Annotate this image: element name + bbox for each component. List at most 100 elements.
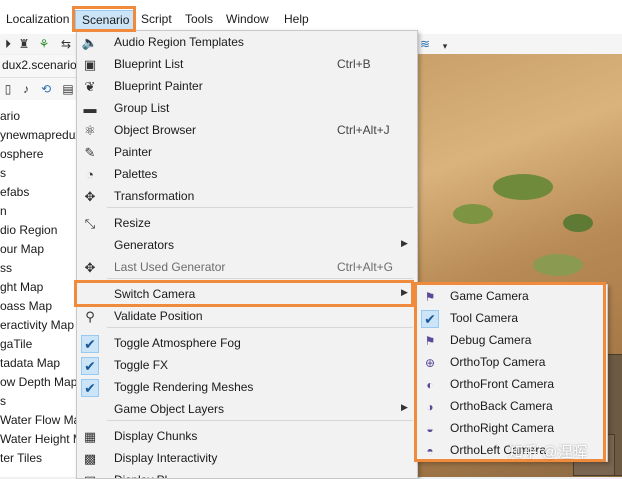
generator-icon: ✥: [84, 260, 96, 275]
menu-item-object-browser[interactable]: ⚛ Object Browser Ctrl+Alt+J: [77, 120, 417, 142]
orthoback-icon: ◑: [426, 400, 434, 414]
menu-item-audio-region-templates[interactable]: 🔈 Audio Region Templates: [77, 32, 417, 54]
refresh-icon[interactable]: ⟲: [38, 81, 54, 97]
tree-item[interactable]: our Map: [0, 240, 44, 259]
tree-item[interactable]: tadata Map: [0, 354, 60, 373]
vegetation: [493, 174, 553, 200]
menu-item-palettes[interactable]: ◔ Palettes: [77, 164, 417, 186]
object-browser-icon: ⚛: [84, 123, 96, 138]
submenu-item-orthoback-camera[interactable]: ◑ OrthoBack Camera: [417, 396, 605, 418]
submenu-item-label: Game Camera: [450, 289, 529, 303]
menu-item-label: Blueprint Painter: [114, 79, 203, 93]
tree-item[interactable]: ario: [0, 107, 20, 126]
submenu-item-tool-camera[interactable]: ✔ Tool Camera: [417, 308, 605, 330]
menu-item-group-list[interactable]: ▬ Group List: [77, 98, 417, 120]
menu-item-blueprint-painter[interactable]: ❦ Blueprint Painter: [77, 76, 417, 98]
tree-item[interactable]: ter Tiles: [0, 449, 42, 468]
menu-item-label: Painter: [114, 145, 153, 159]
menu-item-painter[interactable]: ✎ Painter: [77, 142, 417, 164]
list-icon[interactable]: ▤: [60, 81, 76, 97]
tree-item[interactable]: efabs: [0, 183, 29, 202]
menu-item-last-used-generator: ✥ Last Used Generator Ctrl+Alt+G: [77, 257, 417, 279]
menu-item-label: Object Browser: [114, 123, 197, 137]
tree-item[interactable]: ght Map: [0, 278, 43, 297]
vegetation: [533, 254, 583, 276]
orthotop-icon: ⊕: [424, 356, 436, 370]
tree-item[interactable]: ss: [0, 259, 12, 278]
menu-item-switch-camera[interactable]: Switch Camera ▶: [77, 284, 417, 306]
menu-item-label: Game Object Layers: [114, 402, 225, 416]
collapse-icon[interactable]: ▯: [0, 81, 16, 97]
blueprint-icon: ▣: [83, 57, 97, 72]
tree-item[interactable]: s: [0, 164, 6, 183]
vegetation: [563, 214, 593, 232]
menu-item-transformation[interactable]: ✥ Transformation: [77, 186, 417, 208]
menu-item-toggle-rendering-meshes[interactable]: ✔ Toggle Rendering Meshes: [77, 377, 417, 399]
menu-item-blueprint-list[interactable]: ▣ Blueprint List Ctrl+B: [77, 54, 417, 76]
menu-help[interactable]: Help: [278, 10, 315, 28]
menu-localization[interactable]: Localization: [0, 10, 75, 28]
camera-mode-icon[interactable]: ≋: [417, 36, 433, 52]
tree-item[interactable]: gaTile: [0, 335, 32, 354]
submenu-item-label: Debug Camera: [450, 333, 532, 347]
figure-icon[interactable]: ♜: [16, 36, 32, 52]
menu-item-display-chunks[interactable]: ▦ Display Chunks: [77, 426, 417, 448]
submenu-item-debug-camera[interactable]: ⚑ Debug Camera: [417, 330, 605, 352]
menu-item-label: Toggle Atmosphere Fog: [114, 336, 241, 350]
tree-item[interactable]: ow Depth Map: [0, 373, 76, 392]
tree-toolbar: ▯ ♪ ⟲ ▤: [0, 78, 76, 100]
switch-camera-submenu: ⚑ Game Camera ✔ Tool Camera ⚑ Debug Camera ⊕ Or…: [416, 284, 608, 462]
plant-icon[interactable]: ⚘: [36, 36, 52, 52]
menu-window[interactable]: Window: [220, 10, 275, 28]
menu-item-game-object-layers[interactable]: Game Object Layers ▶: [77, 399, 417, 421]
play-icon[interactable]: ⏵: [0, 36, 16, 52]
menu-item-resize[interactable]: ⤡ Resize: [77, 213, 417, 235]
menu-item-label: Blueprint List: [114, 57, 184, 71]
speaker-icon: 🔈: [81, 35, 99, 50]
tree-item[interactable]: dio Region: [0, 221, 57, 240]
menu-item-display-interactivity[interactable]: ▩ Display Interactivity: [77, 448, 417, 470]
menu-item-toggle-fx[interactable]: ✔ Toggle FX: [77, 355, 417, 377]
menu-item-display-pl[interactable]: ▣ Display Pl...: [77, 470, 417, 478]
move-icon: ✥: [84, 189, 96, 204]
swap-icon[interactable]: ⇆: [58, 36, 74, 52]
submenu-item-label: OrthoFront Camera: [450, 377, 555, 391]
display-icon: ▣: [81, 472, 99, 478]
tree-item[interactable]: s: [0, 392, 6, 411]
submenu-item-orthofront-camera[interactable]: ◐ OrthoFront Camera: [417, 374, 605, 396]
menu-item-validate-position[interactable]: ⚲ Validate Position: [77, 306, 417, 328]
tree-item[interactable]: Water Height M: [0, 430, 76, 449]
vegetation: [453, 204, 493, 224]
tree-item[interactable]: n: [0, 202, 7, 221]
menu-item-label: Toggle FX: [114, 358, 169, 372]
submenu-item-label: OrthoTop Camera: [450, 355, 546, 369]
menu-item-label: Switch Camera: [114, 287, 196, 301]
menu-item-label: Resize: [114, 216, 151, 230]
tree-item[interactable]: osphere: [0, 145, 43, 164]
watermark: 知乎 @涅晖: [508, 444, 588, 461]
orthoright-icon: ◒: [426, 422, 434, 436]
menu-item-generators[interactable]: Generators ▶: [77, 235, 417, 257]
dropdown-arrow-icon[interactable]: ▾: [437, 38, 453, 54]
scene-tree: ario ynewmapredux osphere s efabs n dio Region…: [0, 100, 76, 477]
checkmark-icon: ✔: [81, 379, 99, 397]
submenu-item-orthoright-camera[interactable]: ◒ OrthoRight Camera: [417, 418, 605, 440]
submenu-item-orthotop-camera[interactable]: ⊕ OrthoTop Camera: [417, 352, 605, 374]
menu-script[interactable]: Script: [135, 10, 178, 28]
menu-item-label: Group List: [114, 101, 170, 115]
viewport-toolbar: ≋ ▾: [413, 34, 622, 54]
menu-item-label: Palettes: [114, 167, 158, 181]
menu-scenario[interactable]: Scenario: [75, 10, 137, 30]
scenario-file-tab[interactable]: dux2.scenario: [0, 55, 76, 78]
tree-item[interactable]: eractivity Map: [0, 316, 74, 335]
menu-tools[interactable]: Tools: [179, 10, 219, 28]
menu-item-toggle-atmosphere-fog[interactable]: ✔ Toggle Atmosphere Fog: [77, 333, 417, 355]
submenu-item-label: OrthoRight Camera: [450, 421, 555, 435]
music-icon[interactable]: ♪: [18, 81, 34, 97]
submenu-item-game-camera[interactable]: ⚑ Game Camera: [417, 286, 605, 308]
menu-item-label: Display Pl...: [114, 473, 177, 478]
tree-item[interactable]: ynewmapredux: [0, 126, 76, 145]
tree-item[interactable]: oass Map: [0, 297, 52, 316]
tree-item[interactable]: Water Flow Ma: [0, 411, 76, 430]
submenu-arrow-icon: ▶: [401, 402, 408, 412]
